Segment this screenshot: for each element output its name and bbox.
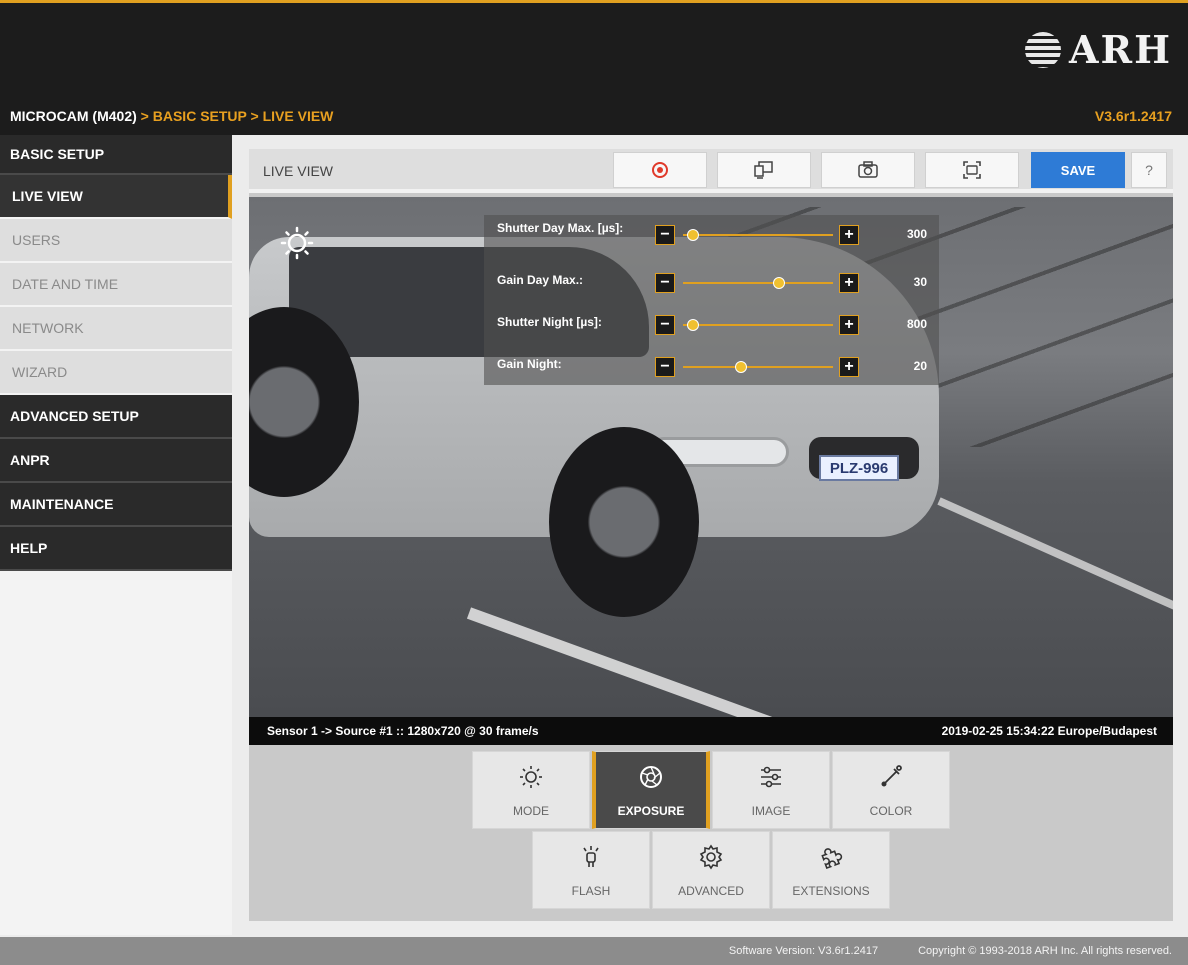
page-title: LIVE VIEW — [263, 163, 334, 179]
arh-logo: ARH — [1025, 27, 1172, 72]
breadcrumb: MICROCAM (M402) > BASIC SETUP > LIVE VIE… — [0, 97, 1188, 135]
help-button[interactable]: ? — [1131, 152, 1167, 188]
mode-tile-exposure[interactable]: EXPOSURE — [592, 751, 710, 829]
breadcrumb-section[interactable]: BASIC SETUP — [153, 108, 247, 124]
camera-icon — [858, 161, 878, 178]
slider-gain-day-max: Gain Day Max.: − + 30 — [497, 269, 937, 309]
sidebar-group-basic-setup[interactable]: BASIC SETUP — [0, 135, 232, 175]
slider-value: 300 — [906, 227, 927, 241]
slider-label: Shutter Night [µs]: — [497, 315, 602, 329]
increase-button[interactable]: + — [839, 225, 859, 245]
aperture-icon — [640, 766, 662, 788]
tile-label: MODE — [513, 804, 549, 818]
slider-gain-night: Gain Night: − + 20 — [497, 353, 937, 393]
sliders-icon — [761, 766, 781, 788]
color-picker-icon — [881, 765, 902, 787]
sidebar-item-wizard[interactable]: WIZARD — [0, 351, 232, 395]
sidebar-item-date-and-time[interactable]: DATE AND TIME — [0, 263, 232, 307]
tile-label: EXTENSIONS — [792, 884, 870, 898]
mode-tile-extensions[interactable]: EXTENSIONS — [772, 831, 890, 909]
mode-tile-flash[interactable]: FLASH — [532, 831, 650, 909]
timestamp: 2019-02-25 15:34:22 Europe/Budapest — [941, 724, 1157, 738]
sidebar-group-advanced-setup[interactable]: ADVANCED SETUP — [0, 395, 232, 439]
footer: Software Version: V3.6r1.2417 Copyright … — [0, 937, 1188, 965]
logo-text: ARH — [1069, 27, 1172, 72]
arh-logo-icon — [1025, 31, 1062, 68]
record-button[interactable] — [613, 152, 707, 188]
increase-button[interactable]: + — [839, 273, 859, 293]
sidebar: BASIC SETUP LIVE VIEW USERS DATE AND TIM… — [0, 135, 232, 935]
breadcrumb-root[interactable]: MICROCAM (M402) — [10, 108, 137, 124]
tile-label: IMAGE — [751, 804, 791, 818]
save-button[interactable]: SAVE — [1031, 152, 1125, 188]
top-header: ARH — [0, 0, 1188, 97]
slider-value: 30 — [913, 275, 927, 289]
record-icon — [652, 162, 668, 178]
mode-tile-color[interactable]: COLOR — [832, 751, 950, 829]
increase-button[interactable]: + — [839, 357, 859, 377]
sidebar-item-users[interactable]: USERS — [0, 219, 232, 263]
slider-track[interactable] — [683, 229, 833, 241]
source-info: Sensor 1 -> Source #1 :: 1280x720 @ 30 f… — [267, 724, 539, 738]
slider-value: 800 — [906, 317, 927, 331]
breadcrumb-page: LIVE VIEW — [262, 108, 334, 124]
display-icon — [754, 161, 773, 179]
software-version: Software Version: V3.6r1.2417 — [728, 945, 879, 957]
sidebar-group-maintenance[interactable]: MAINTENANCE — [0, 483, 232, 527]
slider-track[interactable] — [683, 277, 833, 289]
sidebar-item-live-view[interactable]: LIVE VIEW — [0, 175, 232, 219]
slider-label: Shutter Day Max. [µs]: — [497, 221, 624, 235]
slider-knob[interactable] — [687, 229, 700, 241]
copyright: Copyright © 1993-2018 ARH Inc. All right… — [918, 945, 1172, 957]
car-front-wheel — [549, 427, 699, 617]
gear-icon — [699, 844, 723, 870]
mode-tile-advanced[interactable]: ADVANCED — [652, 831, 770, 909]
decrease-button[interactable]: − — [655, 357, 675, 377]
slider-label: Gain Day Max.: — [497, 273, 584, 287]
sidebar-group-anpr[interactable]: ANPR — [0, 439, 232, 483]
decrease-button[interactable]: − — [655, 315, 675, 335]
tile-label: COLOR — [869, 804, 913, 818]
slider-shutter-night: Shutter Night [µs]: − + 800 — [497, 311, 937, 351]
camera-feed[interactable]: PLZ-996 Shutter Day Max. [µs]: − + 300 G… — [249, 197, 1173, 717]
tile-label: FLASH — [571, 884, 611, 898]
mode-tile-mode[interactable]: MODE — [472, 751, 590, 829]
decrease-button[interactable]: − — [655, 273, 675, 293]
tile-label: ADVANCED — [678, 884, 744, 898]
breadcrumb-separator: > — [246, 108, 263, 124]
puzzle-icon — [821, 848, 843, 869]
tile-label: EXPOSURE — [617, 804, 685, 818]
breadcrumb-separator: > — [136, 108, 153, 124]
slider-knob[interactable] — [687, 319, 700, 331]
slider-label: Gain Night: — [497, 357, 562, 371]
slider-shutter-day-max: Shutter Day Max. [µs]: − + 300 — [497, 221, 937, 261]
live-view-panel: LIVE VIEW SAVE ? PLZ-996 Shutter Day Max… — [249, 149, 1173, 921]
increase-button[interactable]: + — [839, 315, 859, 335]
breadcrumb-path: MICROCAM (M402) > BASIC SETUP > LIVE VIE… — [10, 108, 333, 124]
brightness-icon[interactable] — [279, 225, 315, 261]
sun-icon — [520, 766, 542, 788]
slider-knob[interactable] — [735, 361, 748, 373]
mode-tile-image[interactable]: IMAGE — [712, 751, 830, 829]
toolbar: LIVE VIEW SAVE ? — [249, 149, 1173, 193]
lane-marking — [937, 497, 1173, 619]
fullscreen-button[interactable] — [925, 152, 1019, 188]
sidebar-item-network[interactable]: NETWORK — [0, 307, 232, 351]
slider-knob[interactable] — [772, 277, 785, 289]
sidebar-group-help[interactable]: HELP — [0, 527, 232, 571]
slider-value: 20 — [913, 359, 927, 373]
firmware-version: V3.6r1.2417 — [1094, 108, 1172, 124]
fullscreen-icon — [963, 161, 981, 179]
lane-marking — [466, 607, 772, 717]
display-overlay-button[interactable] — [717, 152, 811, 188]
snapshot-button[interactable] — [821, 152, 915, 188]
video-status-bar: Sensor 1 -> Source #1 :: 1280x720 @ 30 f… — [249, 717, 1173, 745]
flash-bulb-icon — [583, 846, 599, 867]
slider-track[interactable] — [683, 361, 833, 373]
slider-track[interactable] — [683, 319, 833, 331]
license-plate: PLZ-996 — [819, 455, 899, 481]
decrease-button[interactable]: − — [655, 225, 675, 245]
